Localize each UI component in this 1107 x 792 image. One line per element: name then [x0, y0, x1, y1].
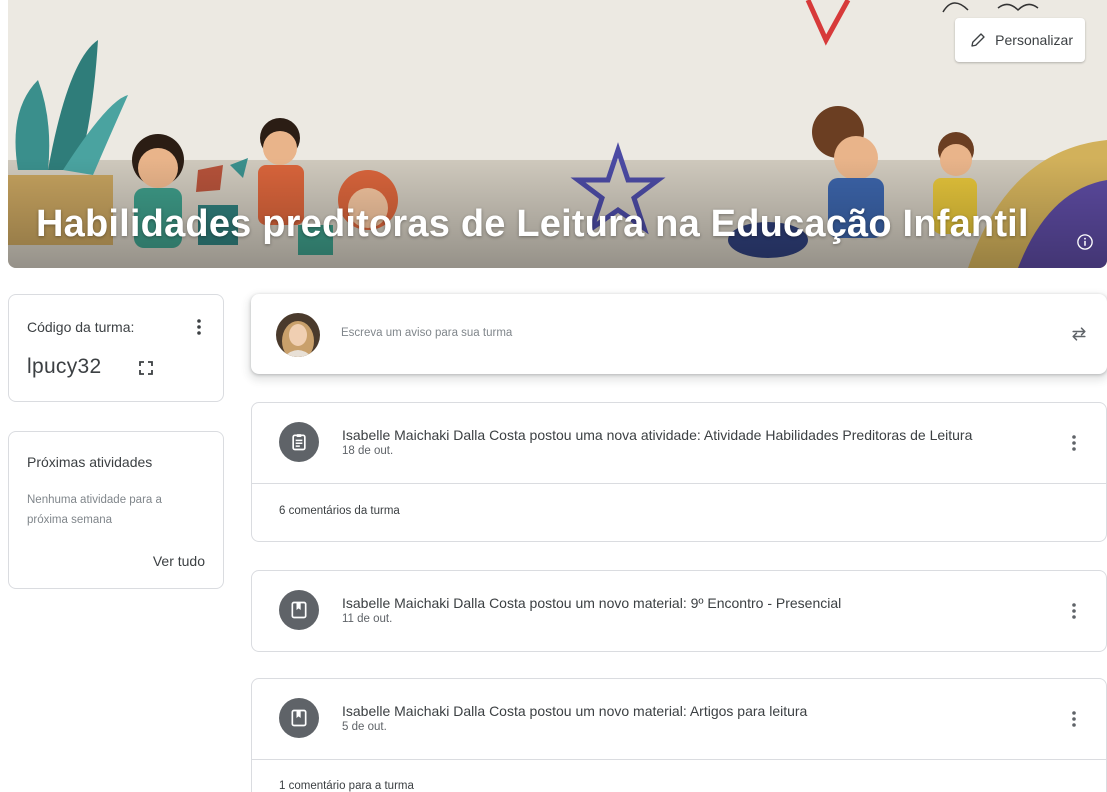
- post-date: 18 de out.: [342, 445, 394, 457]
- stream-post: Isabelle Maichaki Dalla Costa postou uma…: [251, 402, 1107, 542]
- class-code-value: lpucy32: [27, 355, 102, 378]
- more-vert-icon: [1072, 435, 1076, 451]
- more-vert-icon: [1072, 711, 1076, 727]
- post-header[interactable]: Isabelle Maichaki Dalla Costa postou uma…: [252, 403, 1106, 483]
- class-comments-link[interactable]: 1 comentário para a turma: [252, 759, 1106, 792]
- class-info-button[interactable]: [1071, 228, 1099, 256]
- upcoming-title: Próximas atividades: [27, 454, 153, 470]
- post-title: Isabelle Maichaki Dalla Costa postou uma…: [342, 427, 973, 443]
- pencil-icon: [971, 33, 985, 47]
- avatar: [276, 313, 320, 357]
- class-title: Habilidades preditoras de Leitura na Edu…: [36, 203, 1029, 245]
- post-menu-button[interactable]: [1064, 705, 1084, 733]
- upcoming-empty-text: Nenhuma atividade para a próxima semana: [27, 494, 162, 526]
- customize-button[interactable]: Personalizar: [955, 18, 1085, 62]
- stream-post: Isabelle Maichaki Dalla Costa postou um …: [251, 570, 1107, 652]
- customize-label: Personalizar: [995, 32, 1073, 48]
- repost-button[interactable]: [1065, 320, 1093, 348]
- material-icon: [279, 698, 319, 738]
- view-all-link[interactable]: Ver tudo: [153, 553, 205, 569]
- class-comments-link[interactable]: 6 comentários da turma: [252, 483, 1106, 541]
- post-title: Isabelle Maichaki Dalla Costa postou um …: [342, 595, 842, 611]
- more-vert-icon: [1072, 603, 1076, 619]
- class-code-menu-button[interactable]: [189, 315, 209, 339]
- class-banner: Habilidades preditoras de Leitura na Edu…: [8, 0, 1107, 268]
- post-date: 5 de out.: [342, 721, 387, 733]
- material-icon: [279, 590, 319, 630]
- class-code-label: Código da turma:: [27, 319, 135, 335]
- post-title: Isabelle Maichaki Dalla Costa postou um …: [342, 703, 808, 719]
- post-header[interactable]: Isabelle Maichaki Dalla Costa postou um …: [252, 571, 1106, 651]
- assignment-icon: [279, 422, 319, 462]
- announcement-composer[interactable]: Escreva um aviso para sua turma: [251, 294, 1107, 374]
- more-vert-icon: [197, 319, 201, 335]
- fullscreen-icon[interactable]: [137, 359, 155, 377]
- class-code-card: Código da turma: lpucy32: [8, 294, 224, 402]
- post-date: 11 de out.: [342, 613, 393, 625]
- announcement-placeholder: Escreva um aviso para sua turma: [341, 327, 513, 339]
- stream-post: Isabelle Maichaki Dalla Costa postou um …: [251, 678, 1107, 792]
- post-header[interactable]: Isabelle Maichaki Dalla Costa postou um …: [252, 679, 1106, 759]
- repost-icon: [1072, 327, 1086, 341]
- post-menu-button[interactable]: [1064, 597, 1084, 625]
- post-menu-button[interactable]: [1064, 429, 1084, 457]
- upcoming-card: Próximas atividades Nenhuma atividade pa…: [8, 431, 224, 589]
- info-icon: [1077, 234, 1093, 250]
